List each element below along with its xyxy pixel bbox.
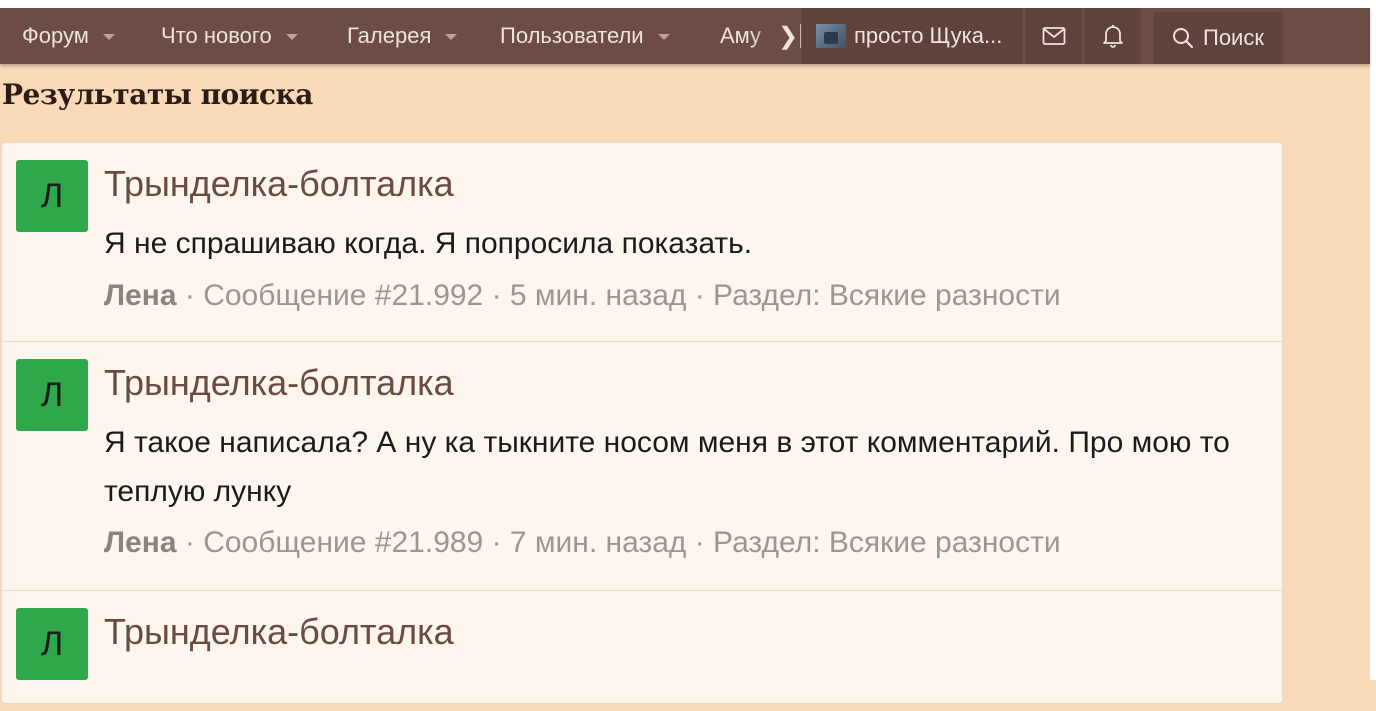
search-results: Л Трынделка-болталка Я не спрашиваю когд… (1, 142, 1283, 704)
caret-down-icon[interactable] (102, 34, 115, 40)
author-link[interactable]: Лена (104, 526, 177, 559)
search-label: Поиск (1203, 25, 1264, 50)
chevron-right-icon[interactable]: ❯ (776, 8, 800, 64)
list-item: Л Трынделка-болталка (2, 591, 1282, 711)
avatar[interactable]: Л (16, 160, 88, 232)
avatar[interactable]: Л (16, 608, 88, 680)
result-meta: Лена · Сообщение #21.989 · 7 мин. назад … (104, 526, 1061, 560)
list-item: Л Трынделка-болталка Я такое написала? А… (2, 342, 1282, 591)
nav-item-label: Пользователи (500, 23, 644, 48)
search-button[interactable]: Поиск (1154, 12, 1283, 64)
caret-down-icon[interactable] (657, 34, 670, 40)
result-title[interactable]: Трынделка-болталка (104, 611, 454, 653)
result-snippet[interactable]: Я не спрашиваю когда. Я попросила показа… (104, 219, 1264, 268)
nav-item-whats-new[interactable]: Что нового (161, 8, 298, 64)
nav-item-members[interactable]: Пользователи (500, 8, 670, 64)
nav-item-forum[interactable]: Форум (22, 8, 115, 64)
result-snippet[interactable]: Я такое написала? А ну ка тыкните носом … (104, 418, 1264, 516)
result-meta-text: · Сообщение #21.992 · 5 мин. назад · Раз… (176, 279, 1061, 312)
bell-icon (1103, 25, 1123, 48)
page-title: Результаты поиска (2, 78, 313, 111)
list-item: Л Трынделка-болталка Я не спрашиваю когд… (2, 143, 1282, 342)
result-meta-text: · Сообщение #21.989 · 7 мин. назад · Раз… (176, 526, 1061, 559)
envelope-icon (1042, 27, 1066, 45)
caret-down-icon[interactable] (445, 34, 458, 40)
result-title[interactable]: Трынделка-болталка (104, 163, 454, 205)
nav-item-label: Галерея (347, 23, 432, 48)
nav-bar: Форум Что нового Галерея Пользователи Ам… (0, 8, 1370, 64)
caret-down-icon[interactable] (285, 34, 298, 40)
nav-item-label: Форум (22, 23, 89, 48)
user-name: просто Щука... (854, 23, 1003, 48)
nav-item-gallery[interactable]: Галерея (347, 8, 458, 64)
result-meta: Лена · Сообщение #21.992 · 5 мин. назад … (104, 279, 1061, 313)
nav-divider (800, 24, 801, 48)
inbox-button[interactable] (1026, 8, 1082, 64)
user-avatar (816, 24, 846, 48)
top-strip (0, 0, 1376, 8)
right-edge (1370, 0, 1376, 680)
author-link[interactable]: Лена (104, 279, 177, 312)
nav-item-label: Что нового (161, 23, 272, 48)
result-title[interactable]: Трынделка-болталка (104, 362, 454, 404)
avatar[interactable]: Л (16, 359, 88, 431)
account-button[interactable]: просто Щука... (802, 8, 1022, 64)
alerts-button[interactable] (1085, 8, 1141, 64)
search-icon (1173, 28, 1194, 49)
